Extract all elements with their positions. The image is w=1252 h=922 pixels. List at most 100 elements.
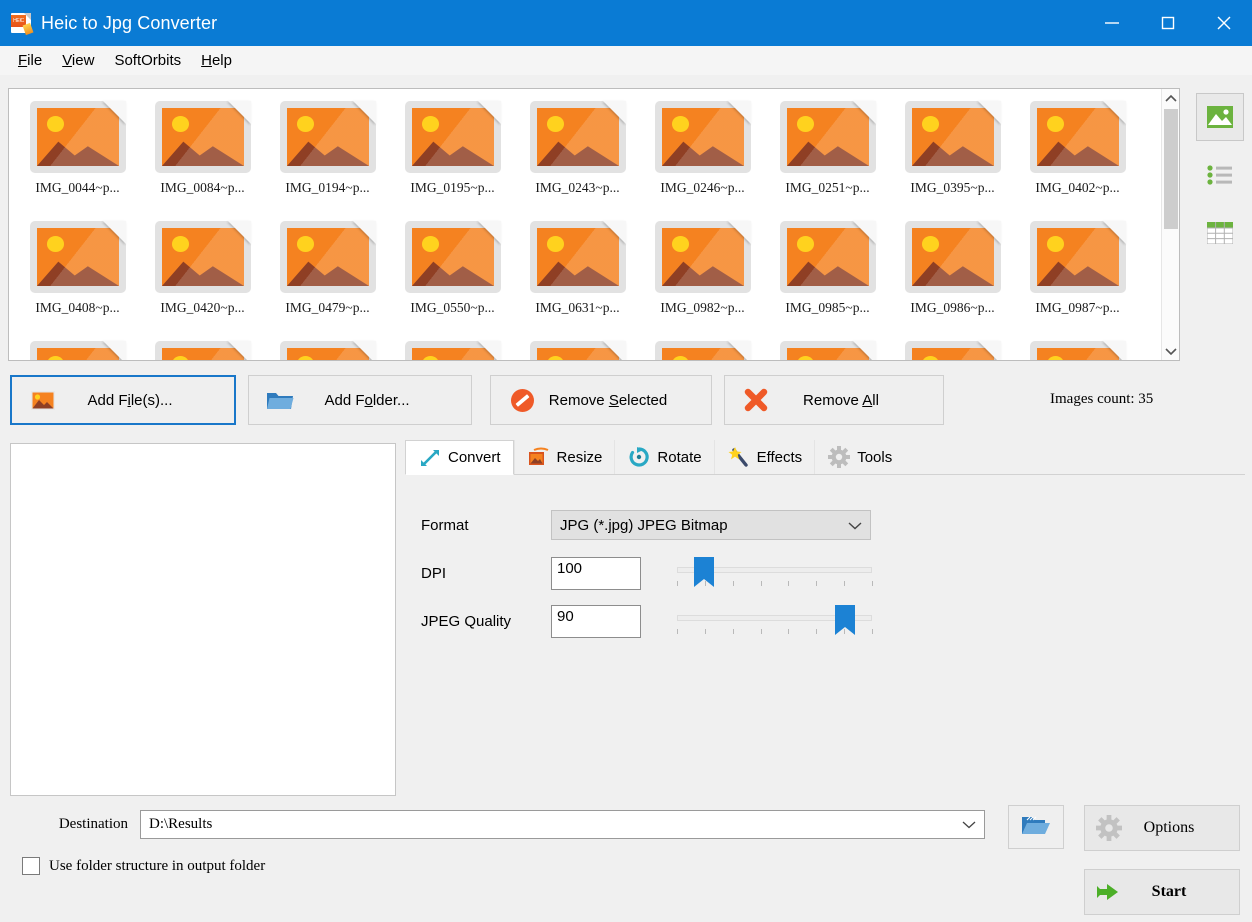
thumbnail-item[interactable] bbox=[765, 335, 890, 361]
thumbnail-item[interactable]: IMG_0194~p... bbox=[265, 95, 390, 215]
scroll-down-button[interactable] bbox=[1162, 342, 1180, 360]
minimize-button[interactable] bbox=[1084, 0, 1140, 46]
chevron-down-icon[interactable] bbox=[962, 820, 976, 829]
thumbnail-item[interactable]: IMG_0044~p... bbox=[15, 95, 140, 215]
maximize-button[interactable] bbox=[1140, 0, 1196, 46]
format-select[interactable]: JPG (*.jpg) JPEG Bitmap bbox=[551, 510, 871, 540]
thumbnail-label: IMG_0631~p... bbox=[535, 300, 619, 316]
thumbnail-label: IMG_0243~p... bbox=[535, 180, 619, 196]
thumbnail-item[interactable]: IMG_0985~p... bbox=[765, 215, 890, 335]
thumbnail-label: IMG_0395~p... bbox=[910, 180, 994, 196]
thumbnail-item[interactable]: IMG_0550~p... bbox=[390, 215, 515, 335]
options-button[interactable]: Options bbox=[1084, 805, 1240, 851]
close-button[interactable] bbox=[1196, 0, 1252, 46]
use-folder-structure-row[interactable]: Use folder structure in output folder bbox=[22, 857, 265, 875]
thumbnail-item[interactable]: IMG_0395~p... bbox=[890, 95, 1015, 215]
thumbnail-item[interactable] bbox=[890, 335, 1015, 361]
thumbnail-item[interactable]: IMG_0408~p... bbox=[15, 215, 140, 335]
scrollbar-thumb[interactable] bbox=[1164, 109, 1178, 229]
add-folder-button[interactable]: Add Folder... bbox=[248, 375, 472, 425]
image-thumbnail-icon bbox=[276, 99, 380, 177]
image-thumbnail-icon bbox=[1026, 219, 1130, 297]
start-button[interactable]: Start bbox=[1084, 869, 1240, 915]
thumbnail-item[interactable] bbox=[515, 335, 640, 361]
thumbnail-item[interactable] bbox=[640, 335, 765, 361]
add-files-button[interactable]: Add File(s)... bbox=[10, 375, 236, 425]
file-toolbar: Add File(s)... Add Folder... Remove Sele… bbox=[10, 375, 1242, 425]
thumbnail-label: IMG_0550~p... bbox=[410, 300, 494, 316]
tab-tools[interactable]: Tools bbox=[814, 440, 904, 474]
list-icon bbox=[1207, 164, 1233, 186]
thumbnail-label: IMG_0985~p... bbox=[785, 300, 869, 316]
remove-all-button[interactable]: Remove All bbox=[724, 375, 944, 425]
dpi-row: DPI 100 bbox=[421, 549, 1245, 597]
window-controls bbox=[1084, 0, 1252, 46]
image-thumbnail-icon bbox=[526, 219, 630, 297]
thumbnail-item[interactable]: IMG_0987~p... bbox=[1015, 215, 1140, 335]
image-thumbnail-icon bbox=[901, 339, 1005, 361]
tab-rotate[interactable]: Rotate bbox=[614, 440, 713, 474]
jpeg-quality-input[interactable]: 90 bbox=[551, 605, 641, 638]
list-view-button[interactable] bbox=[1196, 151, 1244, 199]
use-folder-structure-checkbox[interactable] bbox=[22, 857, 40, 875]
thumbnail-item[interactable] bbox=[390, 335, 515, 361]
thumbnail-item[interactable]: IMG_0479~p... bbox=[265, 215, 390, 335]
file-list-panel[interactable]: IMG_0044~p...IMG_0084~p...IMG_0194~p...I… bbox=[8, 88, 1180, 361]
thumbnail-item[interactable]: IMG_0251~p... bbox=[765, 95, 890, 215]
title-bar: HEIC Heic to Jpg Converter bbox=[0, 0, 1252, 46]
thumbnail-item[interactable]: IMG_0402~p... bbox=[1015, 95, 1140, 215]
destination-input[interactable]: D:\Results bbox=[140, 810, 985, 839]
menu-item-help[interactable]: Help bbox=[191, 49, 242, 72]
menu-bar: File View SoftOrbits Help bbox=[0, 46, 1252, 76]
format-value: JPG (*.jpg) JPEG Bitmap bbox=[560, 517, 728, 534]
scroll-up-button[interactable] bbox=[1162, 89, 1179, 107]
image-thumbnail-icon bbox=[526, 99, 630, 177]
image-thumbnail-icon bbox=[151, 339, 255, 361]
thumbnail-item[interactable]: IMG_0195~p... bbox=[390, 95, 515, 215]
app-icon: HEIC bbox=[11, 13, 31, 33]
gear-icon bbox=[1085, 815, 1133, 841]
tab-effects[interactable]: Effects bbox=[714, 440, 815, 474]
thumbnail-item[interactable]: IMG_0084~p... bbox=[140, 95, 265, 215]
details-view-button[interactable] bbox=[1196, 209, 1244, 257]
image-thumbnail-icon bbox=[276, 219, 380, 297]
thumbnail-item[interactable] bbox=[140, 335, 265, 361]
dpi-slider-thumb[interactable] bbox=[694, 557, 714, 579]
thumbnail-item[interactable] bbox=[1015, 335, 1140, 361]
maximize-icon bbox=[1159, 14, 1177, 32]
tab-convert[interactable]: Convert bbox=[405, 440, 514, 475]
remove-selected-button[interactable]: Remove Selected bbox=[490, 375, 712, 425]
image-thumbnail-icon bbox=[651, 99, 755, 177]
resize-arrows-icon bbox=[418, 446, 442, 470]
thumbnail-item[interactable] bbox=[265, 335, 390, 361]
tab-resize[interactable]: Resize bbox=[514, 440, 615, 474]
dpi-label: DPI bbox=[421, 565, 551, 582]
thumbnail-item[interactable]: IMG_0631~p... bbox=[515, 215, 640, 335]
image-thumbnail-icon bbox=[526, 339, 630, 361]
image-preview-panel[interactable] bbox=[10, 443, 396, 796]
quality-slider-thumb[interactable] bbox=[835, 605, 855, 627]
menu-item-softorbits[interactable]: SoftOrbits bbox=[104, 49, 191, 72]
thumbnail-label: IMG_0084~p... bbox=[160, 180, 244, 196]
menu-item-view[interactable]: View bbox=[52, 49, 104, 72]
thumbnail-grid[interactable]: IMG_0044~p...IMG_0084~p...IMG_0194~p...I… bbox=[9, 89, 1159, 361]
image-thumbnail-icon bbox=[151, 219, 255, 297]
thumbnail-item[interactable]: IMG_0420~p... bbox=[140, 215, 265, 335]
thumbnail-item[interactable]: IMG_0982~p... bbox=[640, 215, 765, 335]
chevron-up-icon bbox=[1165, 94, 1177, 103]
thumbnail-item[interactable] bbox=[15, 335, 140, 361]
thumbnail-view-button[interactable] bbox=[1196, 93, 1244, 141]
no-entry-icon bbox=[505, 388, 539, 413]
image-thumbnail-icon bbox=[401, 339, 505, 361]
thumbnail-item[interactable]: IMG_0986~p... bbox=[890, 215, 1015, 335]
thumbnail-item[interactable]: IMG_0246~p... bbox=[640, 95, 765, 215]
file-list-scrollbar[interactable] bbox=[1161, 89, 1179, 360]
thumbnail-item[interactable]: IMG_0243~p... bbox=[515, 95, 640, 215]
menu-item-file[interactable]: File bbox=[8, 49, 52, 72]
magic-wand-icon bbox=[727, 445, 751, 469]
dpi-slider[interactable] bbox=[677, 551, 872, 595]
jpeg-quality-slider[interactable] bbox=[677, 599, 872, 643]
destination-row: Destination D:\Results bbox=[10, 810, 985, 839]
browse-destination-button[interactable] bbox=[1008, 805, 1064, 849]
dpi-input[interactable]: 100 bbox=[551, 557, 641, 590]
